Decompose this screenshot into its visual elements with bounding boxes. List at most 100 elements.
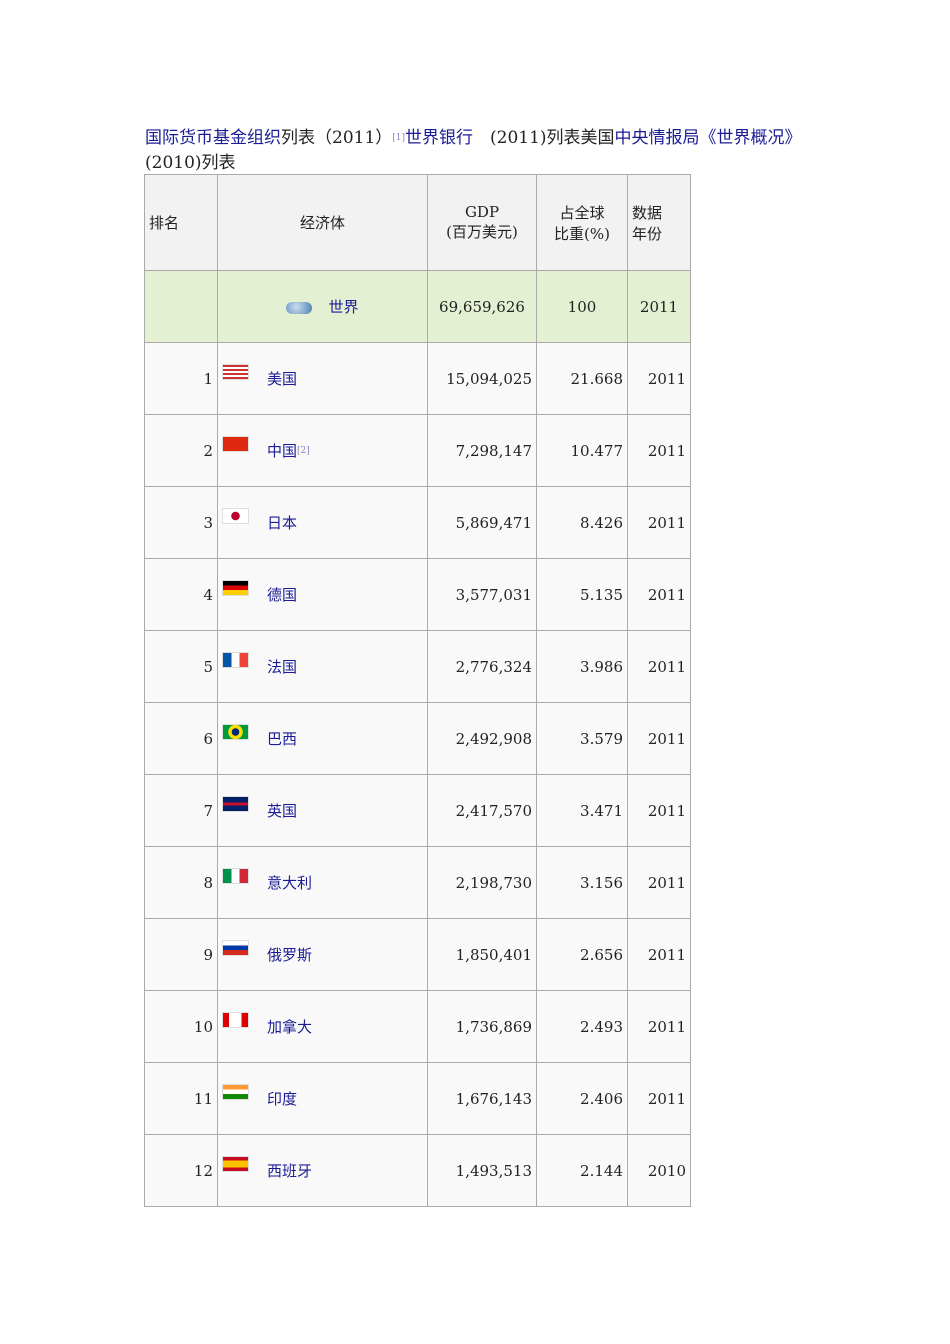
table-row: 3 日本 5,869,471 8.426 2011: [144, 486, 691, 559]
reference[interactable]: [2]: [297, 446, 310, 456]
share-cell: 21.668: [536, 342, 628, 415]
country-link[interactable]: 英国: [267, 800, 297, 821]
share-cell: 3.986: [536, 630, 628, 703]
header-gdp[interactable]: GDP (百万美元): [427, 174, 537, 271]
rank-cell: 12: [144, 1134, 218, 1207]
year-cell: 2011: [627, 846, 691, 919]
economy-cell: 加拿大: [217, 990, 428, 1063]
share-cell: 2.656: [536, 918, 628, 991]
flag-jp-icon: [222, 508, 249, 524]
economy-cell: 德国: [217, 558, 428, 631]
economy-cell: 意大利: [217, 846, 428, 919]
year-cell: 2011: [627, 270, 691, 343]
caption-text: 列表（2011）: [281, 128, 393, 148]
flag-us-icon: [222, 364, 249, 380]
rank-cell: 7: [144, 774, 218, 847]
gdp-cell: 1,676,143: [427, 1062, 537, 1135]
rank-cell: 9: [144, 918, 218, 991]
gdp-cell: 3,577,031: [427, 558, 537, 631]
table-row: 9 俄罗斯 1,850,401 2.656 2011: [144, 918, 691, 991]
gdp-cell: 1,736,869: [427, 990, 537, 1063]
flag-ru-icon: [222, 940, 249, 956]
flag-in-icon: [222, 1084, 249, 1100]
economy-cell: 中国 [2]: [217, 414, 428, 487]
share-cell: 2.493: [536, 990, 628, 1063]
share-cell: 10.477: [536, 414, 628, 487]
country-link[interactable]: 印度: [267, 1088, 297, 1109]
table-row: 7 英国 2,417,570 3.471 2011: [144, 774, 691, 847]
country-link[interactable]: 法国: [267, 656, 297, 677]
header-text: 占全球: [559, 203, 605, 222]
gdp-cell: 5,869,471: [427, 486, 537, 559]
reference[interactable]: [1]: [392, 133, 405, 143]
flag-de-icon: [222, 580, 249, 596]
table-row: 6 巴西 2,492,908 3.579 2011: [144, 702, 691, 775]
table-row: 10 加拿大 1,736,869 2.493 2011: [144, 990, 691, 1063]
country-link[interactable]: 中国: [267, 440, 297, 461]
world-bank-link[interactable]: 世界银行: [405, 128, 473, 148]
economy-cell: 西班牙: [217, 1134, 428, 1207]
country-link[interactable]: 巴西: [267, 728, 297, 749]
world-row: 世界 69,659,626 100 2011: [144, 270, 691, 343]
header-share[interactable]: 占全球 比重(%): [536, 174, 628, 271]
country-link[interactable]: 意大利: [267, 872, 312, 893]
rank-cell: 5: [144, 630, 218, 703]
gdp-cell: 2,776,324: [427, 630, 537, 703]
share-cell: 3.579: [536, 702, 628, 775]
economy-cell: 巴西: [217, 702, 428, 775]
share-cell: 3.471: [536, 774, 628, 847]
header-year[interactable]: 数据 年份: [627, 174, 691, 271]
header-rank[interactable]: 排名: [144, 174, 218, 271]
table-row: 12 西班牙 1,493,513 2.144 2010: [144, 1134, 691, 1207]
rank-cell: 1: [144, 342, 218, 415]
rank-cell: [144, 270, 218, 343]
economy-cell: 世界: [217, 270, 428, 343]
flag-cn-icon: [222, 436, 249, 452]
gdp-cell: 2,198,730: [427, 846, 537, 919]
country-link[interactable]: 加拿大: [267, 1016, 312, 1037]
table-row: 2 中国 [2] 7,298,147 10.477 2011: [144, 414, 691, 487]
share-cell: 100: [536, 270, 628, 343]
gdp-cell: 2,492,908: [427, 702, 537, 775]
cia-factbook-link[interactable]: 中央情报局《世界概况》: [615, 128, 794, 148]
flag-it-icon: [222, 868, 249, 884]
table-caption: 国际货币基金组织列表（2011）[1]世界银行 (2011)列表美国中央情报局《…: [145, 126, 805, 176]
year-cell: 2011: [627, 486, 691, 559]
rank-cell: 4: [144, 558, 218, 631]
imf-link[interactable]: 国际货币基金组织: [145, 128, 281, 148]
year-cell: 2010: [627, 1134, 691, 1207]
flag-gb-icon: [222, 796, 249, 812]
table-row: 11 印度 1,676,143 2.406 2011: [144, 1062, 691, 1135]
economy-cell: 俄罗斯: [217, 918, 428, 991]
year-cell: 2011: [627, 774, 691, 847]
header-economy[interactable]: 经济体: [217, 174, 428, 271]
year-cell: 2011: [627, 630, 691, 703]
rank-cell: 10: [144, 990, 218, 1063]
country-link[interactable]: 西班牙: [267, 1160, 312, 1181]
country-link[interactable]: 美国: [267, 368, 297, 389]
rank-cell: 3: [144, 486, 218, 559]
country-link[interactable]: 日本: [267, 512, 297, 533]
gdp-cell: 15,094,025: [427, 342, 537, 415]
share-cell: 5.135: [536, 558, 628, 631]
country-link[interactable]: 德国: [267, 584, 297, 605]
flag-ca-icon: [222, 1012, 249, 1028]
share-cell: 2.406: [536, 1062, 628, 1135]
header-text: 数据: [632, 203, 663, 222]
world-link[interactable]: 世界: [328, 298, 358, 316]
header-text: 年份: [632, 224, 663, 243]
globe-icon: [286, 302, 313, 314]
rank-cell: 8: [144, 846, 218, 919]
caption-text: (2011)列表美国: [473, 128, 615, 148]
gdp-cell: 2,417,570: [427, 774, 537, 847]
economy-cell: 印度: [217, 1062, 428, 1135]
country-link[interactable]: 俄罗斯: [267, 944, 312, 965]
gdp-cell: 7,298,147: [427, 414, 537, 487]
table-row: 1 美国 15,094,025 21.668 2011: [144, 342, 691, 415]
gdp-table: 排名 经济体 GDP (百万美元) 占全球 比重(%) 数据年份 世界 69,659…: [144, 174, 691, 1207]
gdp-cell: 69,659,626: [427, 270, 537, 343]
header-text: (百万美元): [446, 223, 518, 241]
rank-cell: 11: [144, 1062, 218, 1135]
flag-es-icon: [222, 1156, 249, 1172]
gdp-cell: 1,850,401: [427, 918, 537, 991]
